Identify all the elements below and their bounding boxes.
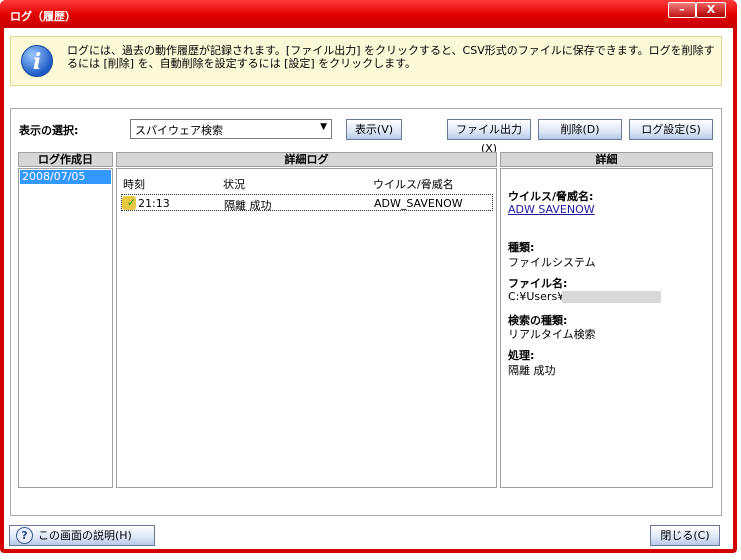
log-table: 時刻 状況 ウイルス/脅威名 ✓ 21:13 隔離 成功 ADW_SAVENOW	[116, 168, 497, 488]
view-select-value: スパイウェア検索	[135, 124, 223, 137]
detail-action-value: 隔離 成功	[508, 364, 556, 377]
detail-scan-value: リアルタイム検索	[508, 328, 596, 341]
detail-threat-link[interactable]: ADW SAVENOW	[508, 203, 595, 216]
delete-button[interactable]: 削除(D)	[538, 119, 622, 140]
log-header: 詳細ログ	[116, 152, 497, 167]
row-time: 21:13	[138, 197, 170, 210]
detail-action-label: 処理:	[508, 349, 535, 362]
show-button[interactable]: 表示(V)	[346, 119, 402, 140]
table-row[interactable]: ✓ 21:13 隔離 成功 ADW_SAVENOW	[121, 194, 493, 212]
info-text: ログには、過去の動作履歴が記録されます。[ファイル出力] をクリックすると、CS…	[67, 44, 715, 70]
detail-file-label: ファイル名:	[508, 277, 568, 290]
detail-type-label: 種類:	[508, 241, 535, 254]
title-bar[interactable]: ログ（履歴） – X	[0, 0, 737, 30]
minimize-button[interactable]: –	[668, 2, 696, 18]
quarantine-lock-icon: ✓	[122, 196, 136, 210]
column-threat[interactable]: ウイルス/脅威名	[373, 176, 454, 192]
detail-type-value: ファイルシステム	[508, 256, 596, 269]
detail-threat-label: ウイルス/脅威名:	[508, 190, 594, 203]
help-button[interactable]: ? この画面の説明(H)	[9, 525, 155, 546]
column-status[interactable]: 状況	[223, 176, 245, 192]
dates-list: 2008/07/05	[18, 168, 113, 488]
detail-file-value: C:¥Users¥	[508, 290, 565, 303]
select-label: 表示の選択:	[19, 124, 79, 137]
date-item[interactable]: 2008/07/05	[20, 170, 111, 184]
help-icon: ?	[16, 527, 33, 544]
chevron-down-icon: ▼	[320, 122, 327, 132]
detail-pane: ウイルス/脅威名: ADW SAVENOW 種類: ファイルシステム ファイル名…	[500, 168, 713, 488]
detail-header: 詳細	[500, 152, 713, 167]
info-banner: i ログには、過去の動作履歴が記録されます。[ファイル出力] をクリックすると、…	[10, 36, 722, 86]
help-label: この画面の説明(H)	[38, 529, 132, 542]
view-select[interactable]: スパイウェア検索 ▼	[130, 119, 332, 139]
log-settings-button[interactable]: ログ設定(S)	[629, 119, 713, 140]
redacted-path	[562, 291, 661, 303]
window-title: ログ（履歴）	[10, 10, 76, 23]
row-status: 隔離 成功	[224, 199, 272, 212]
info-icon: i	[21, 45, 53, 77]
close-window-button[interactable]: X	[696, 2, 726, 18]
column-time[interactable]: 時刻	[123, 176, 145, 192]
dates-header: ログ作成日	[18, 152, 113, 167]
close-button[interactable]: 閉じる(C)	[650, 525, 720, 546]
row-threat: ADW_SAVENOW	[374, 197, 463, 210]
export-button[interactable]: ファイル出力(X)	[447, 119, 531, 155]
